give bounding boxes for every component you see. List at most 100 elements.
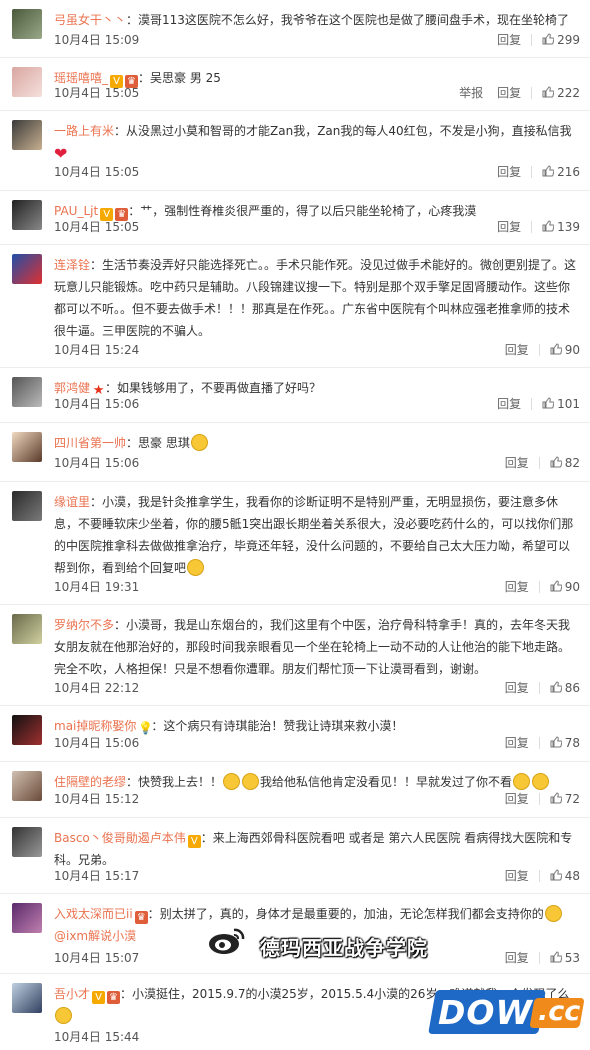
reply-button[interactable]: 回复	[505, 736, 529, 750]
like-button[interactable]: 222	[542, 86, 580, 100]
avatar[interactable]	[12, 903, 42, 933]
like-count: 53	[564, 951, 580, 965]
like-button[interactable]: 78	[550, 736, 580, 750]
comment-meta: 10月4日 15:09 回复 299	[54, 31, 580, 49]
like-button[interactable]: 53	[550, 951, 580, 965]
comment-item: 四川省第一帅：思豪 思琪 10月4日 15:06 回复 82	[0, 423, 590, 482]
like-button[interactable]: 139	[542, 220, 580, 234]
username[interactable]: 四川省第一帅	[54, 436, 126, 450]
avatar[interactable]	[12, 200, 42, 230]
comment-meta: 10月4日 15:17 回复 48	[54, 867, 580, 885]
avatar[interactable]	[12, 715, 42, 745]
like-count: 90	[564, 580, 580, 594]
username[interactable]: 郭鸿健	[54, 381, 90, 395]
thumbs-up-icon	[550, 580, 562, 592]
thumbs-up-icon	[542, 33, 554, 45]
like-count: 90	[564, 343, 580, 357]
comment-meta: 10月4日 19:31 回复 90	[54, 578, 580, 596]
comment-text: 一路上有米：从没黑过小莫和智哥的才能Zan我，Zan我的每人40红包，不发是小狗…	[54, 124, 572, 163]
comment-text: 缘谊里：小漠，我是针灸推拿学生，我看你的诊断证明不是特别严重，无明显损伤，要注意…	[54, 495, 574, 576]
member-badge-icon: ♛	[134, 911, 148, 924]
thumbs-up-icon	[550, 792, 562, 804]
avatar[interactable]	[12, 120, 42, 150]
like-count: 299	[557, 33, 580, 47]
thumbs-up-icon	[550, 736, 562, 748]
timestamp: 10月4日 15:06	[54, 736, 140, 750]
avatar[interactable]	[12, 9, 42, 39]
timestamp: 10月4日 15:12	[54, 792, 140, 806]
username[interactable]: 弓虽女干丶丶	[54, 13, 126, 27]
comment-meta: 10月4日 15:06 回复 78	[54, 734, 580, 752]
reply-button[interactable]: 回复	[497, 33, 521, 47]
username[interactable]: 瑶瑶嘻嘻_	[54, 71, 108, 85]
avatar[interactable]	[12, 377, 42, 407]
avatar[interactable]	[12, 491, 42, 521]
comment-item: Basco丶俊哥勛遏卢本伟 V ：来上海西郊骨科医院看吧 或者是 第六人民医院 看病…	[0, 818, 590, 894]
username[interactable]: 住隔壁的老缪	[54, 775, 126, 789]
site-logo: DOWN .cc	[428, 990, 585, 1036]
reply-button[interactable]: 回复	[497, 86, 521, 100]
like-button[interactable]: 82	[550, 456, 580, 470]
reply-button[interactable]: 回复	[505, 951, 529, 965]
username[interactable]: mai掉昵称娶你	[54, 719, 136, 733]
avatar[interactable]	[12, 983, 42, 1013]
avatar[interactable]	[12, 432, 42, 462]
comment-meta: 10月4日 15:24 回复 90	[54, 341, 580, 359]
like-button[interactable]: 216	[542, 165, 580, 179]
username[interactable]: Basco丶俊哥勛遏卢本伟	[54, 831, 186, 845]
comment-text: 四川省第一帅：思豪 思琪	[54, 432, 580, 454]
reply-button[interactable]: 回复	[505, 343, 529, 357]
reply-button[interactable]: 回复	[505, 792, 529, 806]
timestamp: 10月4日 15:06	[54, 456, 140, 470]
like-count: 216	[557, 165, 580, 179]
like-count: 139	[557, 220, 580, 234]
like-count: 101	[557, 397, 580, 411]
avatar[interactable]	[12, 67, 42, 97]
reply-button[interactable]: 回复	[497, 165, 521, 179]
avatar[interactable]	[12, 827, 42, 857]
comment-item: 连泽铨：生活节奏没弄好只能选择死亡。。手术只能作死。没见过做手术能好的。微创更别…	[0, 245, 590, 368]
mention-link[interactable]: @ixm解说小漠	[54, 929, 136, 943]
avatar[interactable]	[12, 254, 42, 284]
timestamp: 10月4日 15:07	[54, 951, 140, 965]
comment-text: 弓虽女干丶丶：漠哥113这医院不怎么好，我爷爷在这个医院也是做了腰间盘手术，现在…	[54, 13, 569, 27]
reply-button[interactable]: 回复	[497, 220, 521, 234]
username[interactable]: 吾小才	[54, 987, 90, 1001]
username[interactable]: 连泽铨	[54, 258, 90, 272]
username[interactable]: 缘谊里	[54, 495, 90, 509]
thumbs-up-icon	[550, 343, 562, 355]
reply-button[interactable]: 回复	[497, 397, 521, 411]
like-count: 222	[557, 86, 580, 100]
thumbs-up-icon	[550, 456, 562, 468]
username[interactable]: 罗纳尔不多	[54, 618, 114, 632]
vip-badge-icon: V	[92, 991, 106, 1004]
avatar[interactable]	[12, 614, 42, 644]
thumbs-up-icon	[542, 86, 554, 98]
like-count: 86	[564, 681, 580, 695]
like-count: 48	[564, 869, 580, 883]
like-button[interactable]: 86	[550, 681, 580, 695]
reply-button[interactable]: 回复	[505, 681, 529, 695]
site-logo-suffix: .cc	[538, 996, 581, 1027]
username[interactable]: 一路上有米	[54, 124, 114, 138]
like-button[interactable]: 101	[542, 397, 580, 411]
reply-button[interactable]: 回复	[505, 456, 529, 470]
reply-button[interactable]: 回复	[505, 869, 529, 883]
like-button[interactable]: 72	[550, 792, 580, 806]
comment-item: 一路上有米：从没黑过小莫和智哥的才能Zan我，Zan我的每人40红包，不发是小狗…	[0, 111, 590, 191]
report-button[interactable]: 举报	[459, 86, 483, 100]
thumbs-up-icon	[542, 397, 554, 409]
like-button[interactable]: 90	[550, 580, 580, 594]
like-button[interactable]: 90	[550, 343, 580, 357]
like-count: 82	[564, 456, 580, 470]
username[interactable]: PAU_Ljt	[54, 204, 98, 218]
like-button[interactable]: 299	[542, 33, 580, 47]
comment-item: 瑶瑶嘻嘻_ V ♛ ：吴思豪 男 25 10月4日 15:05 举报 回复 222	[0, 58, 590, 111]
timestamp: 10月4日 15:05	[54, 165, 140, 179]
avatar[interactable]	[12, 771, 42, 801]
username[interactable]: 入戏太深而已ii	[54, 907, 133, 921]
like-button[interactable]: 48	[550, 869, 580, 883]
comment-item: 郭鸿健 ★：如果钱够用了，不要再做直播了好吗？ 10月4日 15:06 回复 101	[0, 368, 590, 423]
comment-item: 缘谊里：小漠，我是针灸推拿学生，我看你的诊断证明不是特别严重，无明显损伤，要注意…	[0, 482, 590, 605]
reply-button[interactable]: 回复	[505, 580, 529, 594]
